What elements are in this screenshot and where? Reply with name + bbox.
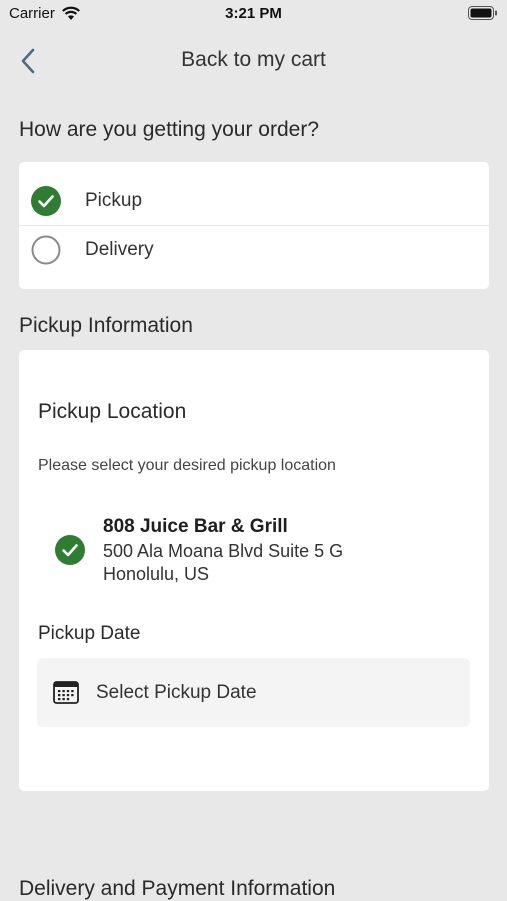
- check-circle-icon: [55, 535, 85, 565]
- back-to-cart-link[interactable]: Back to my cart: [0, 48, 507, 72]
- battery-icon: [468, 6, 498, 24]
- pickup-date-label: Pickup Date: [38, 623, 141, 644]
- option-delivery-label: Delivery: [85, 239, 154, 260]
- pickup-location-description: Please select your desired pickup locati…: [38, 457, 336, 474]
- clock: 3:21 PM: [225, 5, 282, 22]
- order-method-card: Pickup Delivery: [19, 162, 489, 289]
- pickup-info-card: Pickup Location Please select your desir…: [19, 350, 489, 791]
- option-pickup[interactable]: Pickup: [19, 177, 489, 225]
- nav-bar: Back to my cart: [0, 40, 507, 82]
- radio-empty-icon: [31, 235, 61, 265]
- delivery-payment-heading: Delivery and Payment Information: [19, 877, 336, 900]
- location-address-line2: Honolulu, US: [103, 564, 210, 584]
- location-address-line1: 500 Ala Moana Blvd Suite 5 G: [103, 541, 344, 561]
- pickup-info-heading: Pickup Information: [19, 314, 193, 337]
- check-circle-icon: [31, 186, 61, 216]
- option-delivery[interactable]: Delivery: [19, 226, 489, 274]
- pickup-location-option[interactable]: 808 Juice Bar & Grill 500 Ala Moana Blvd…: [38, 510, 468, 590]
- pickup-date-field[interactable]: Select Pickup Date: [37, 658, 470, 727]
- pickup-date-placeholder: Select Pickup Date: [96, 682, 257, 703]
- pickup-location-title: Pickup Location: [38, 400, 187, 423]
- status-bar: Carrier 3:21 PM: [0, 0, 507, 28]
- option-pickup-label: Pickup: [85, 190, 143, 211]
- location-name: 808 Juice Bar & Grill: [103, 516, 288, 537]
- calendar-icon: [53, 680, 79, 704]
- order-method-heading: How are you getting your order?: [19, 118, 319, 141]
